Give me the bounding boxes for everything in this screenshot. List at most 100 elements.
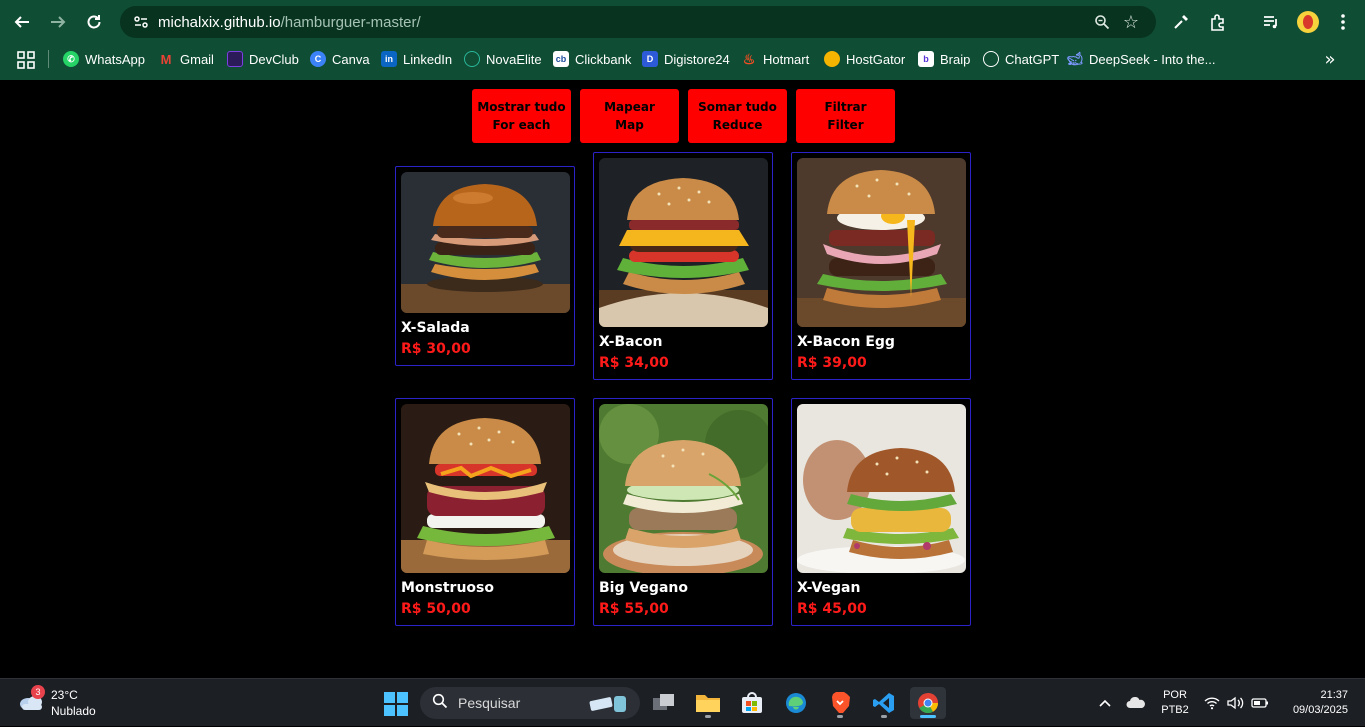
browser-chrome: michalxix.github.io/hamburguer-master/ ☆… — [0, 0, 1365, 80]
burger-image — [401, 404, 570, 573]
bookmark-hostgator[interactable]: HostGator — [824, 49, 905, 69]
bookmark-braip[interactable]: b Braip — [918, 49, 970, 69]
task-view-button[interactable] — [646, 687, 682, 719]
eyedropper-icon[interactable] — [1165, 6, 1197, 38]
bookmark-digistore24[interactable]: D Digistore24 — [642, 49, 730, 69]
bookmark-canva[interactable]: C Canva — [310, 49, 370, 69]
product-name: X-Salada — [401, 320, 470, 336]
wifi-icon[interactable] — [1202, 679, 1222, 727]
clickbank-icon: cb — [553, 51, 569, 67]
bookmark-whatsapp[interactable]: ✆ WhatsApp — [63, 49, 145, 69]
button-line2: Filter — [827, 118, 864, 132]
novaelite-icon — [464, 51, 480, 67]
task-view-icon — [653, 694, 674, 710]
product-price: R$ 34,00 — [599, 355, 669, 371]
bookmark-label: Clickbank — [575, 51, 632, 67]
site-info-icon[interactable] — [130, 11, 152, 33]
product-card: X-Bacon Egg R$ 39,00 — [791, 152, 971, 380]
volume-icon[interactable] — [1226, 679, 1246, 727]
product-price: R$ 30,00 — [401, 341, 471, 357]
button-line1: Mostrar tudo — [477, 100, 566, 114]
input-language-indicator[interactable]: POR PTB2 — [1160, 688, 1190, 718]
burger-image — [599, 158, 768, 327]
product-card: X-Salada R$ 30,00 — [395, 166, 575, 366]
forward-button[interactable] — [40, 4, 76, 40]
map-button[interactable]: Mapear Map — [580, 89, 679, 143]
product-name: X-Bacon — [599, 334, 663, 350]
bookmark-label: LinkedIn — [403, 51, 453, 67]
chatgpt-icon — [983, 51, 999, 67]
burger-image — [797, 158, 966, 327]
product-card: X-Vegan R$ 45,00 — [791, 398, 971, 626]
clock-time: 21:37 — [1320, 689, 1348, 701]
weather-temperature: 23°C — [51, 688, 78, 702]
bookmark-novaelite[interactable]: NovaElite — [464, 49, 542, 69]
burger-image — [599, 404, 768, 573]
button-line1: Somar tudo — [698, 100, 777, 114]
button-line2: Map — [615, 118, 644, 132]
bookmark-chatgpt[interactable]: ChatGPT — [983, 49, 1059, 69]
hostgator-icon — [824, 51, 840, 67]
bookmark-devclub[interactable]: DevClub — [227, 49, 299, 69]
apps-grid-icon[interactable] — [17, 51, 35, 69]
profile-avatar[interactable] — [1297, 11, 1319, 33]
extensions-icon[interactable] — [1202, 6, 1234, 38]
back-button[interactable] — [4, 4, 40, 40]
filter-button[interactable]: Filtrar Filter — [796, 89, 895, 143]
bookmark-label: ChatGPT — [1005, 51, 1060, 67]
bookmark-star-icon[interactable]: ☆ — [1120, 11, 1142, 33]
folder-icon — [696, 695, 720, 712]
edge-icon — [786, 693, 806, 713]
zoom-icon[interactable] — [1092, 12, 1112, 32]
battery-icon[interactable] — [1250, 679, 1270, 727]
taskbar: 3 23°C Nublado Pesquisar POR PTB2 21:37 … — [0, 678, 1365, 726]
deepseek-icon: 🐋︎ — [1066, 51, 1084, 66]
tray-overflow-icon[interactable] — [1095, 679, 1115, 727]
button-line1: Mapear — [604, 100, 655, 114]
product-price: R$ 50,00 — [401, 601, 471, 617]
product-name: X-Bacon Egg — [797, 334, 895, 350]
edge-browser-button[interactable] — [778, 687, 814, 719]
microsoft-store-button[interactable] — [734, 687, 770, 719]
kebab-menu-icon[interactable] — [1327, 6, 1359, 38]
chrome-browser-button[interactable] — [910, 687, 946, 719]
onedrive-cloud-icon[interactable] — [1125, 679, 1147, 727]
bookmark-deepseek[interactable]: 🐋︎ DeepSeek - Into the... — [1066, 49, 1216, 69]
product-price: R$ 45,00 — [797, 601, 867, 617]
button-line1: Filtrar — [824, 100, 867, 114]
show-all-button[interactable]: Mostrar tudo For each — [472, 89, 571, 143]
keyboard-layout: PTB2 — [1161, 704, 1189, 716]
bookmark-separator — [48, 50, 49, 68]
whatsapp-icon: ✆ — [63, 51, 79, 67]
bookmark-label: NovaElite — [486, 51, 542, 67]
vscode-button[interactable] — [866, 687, 902, 719]
url-path: /hamburguer-master/ — [280, 13, 421, 31]
bookmark-clickbank[interactable]: cb Clickbank — [553, 49, 631, 69]
page-content: Mostrar tudo For each Mapear Map Somar t… — [0, 80, 1365, 678]
brave-browser-button[interactable] — [822, 687, 858, 719]
bookmark-label: Braip — [940, 51, 971, 67]
address-bar[interactable]: michalxix.github.io/hamburguer-master/ ☆ — [120, 6, 1156, 38]
media-queue-icon[interactable] — [1255, 6, 1287, 38]
sum-all-button[interactable]: Somar tudo Reduce — [688, 89, 787, 143]
file-explorer-button[interactable] — [690, 687, 726, 719]
button-line2: For each — [492, 118, 551, 132]
weather-badge: 3 — [31, 685, 45, 699]
product-price: R$ 39,00 — [797, 355, 867, 371]
arrow-right-icon — [51, 16, 66, 28]
product-card: Big Vegano R$ 55,00 — [593, 398, 773, 626]
product-price: R$ 55,00 — [599, 601, 669, 617]
language-code: POR — [1163, 689, 1187, 701]
bookmark-hotmart[interactable]: ♨ Hotmart — [741, 49, 810, 69]
system-clock[interactable]: 21:37 09/03/2025 — [1293, 688, 1348, 716]
start-button[interactable] — [384, 692, 408, 716]
taskbar-search[interactable]: Pesquisar — [420, 687, 640, 719]
bookmarks-overflow-icon[interactable]: » — [1320, 48, 1340, 70]
vscode-icon — [873, 693, 894, 713]
hotmart-icon: ♨ — [742, 50, 756, 67]
reload-button[interactable] — [76, 4, 112, 40]
bookmark-gmail[interactable]: M Gmail — [158, 49, 214, 69]
devclub-icon — [227, 51, 243, 67]
url-host: michalxix.github.io — [158, 13, 281, 31]
bookmark-linkedin[interactable]: in LinkedIn — [381, 49, 452, 69]
